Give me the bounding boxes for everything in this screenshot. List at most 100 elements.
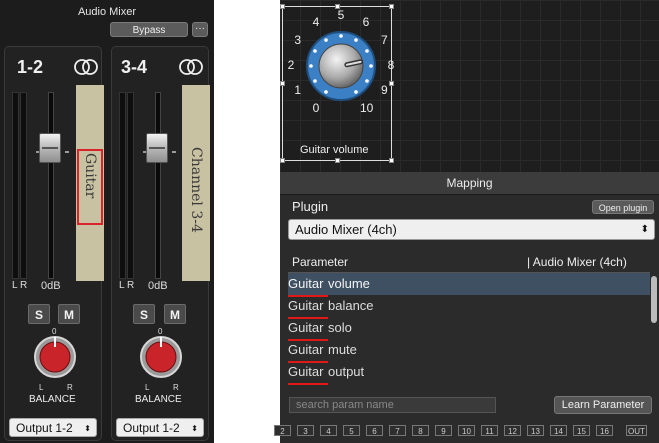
resize-handle[interactable] — [389, 4, 394, 9]
param-suffix: mute — [328, 342, 357, 357]
select-arrows-icon: ⬍ — [84, 424, 91, 433]
mute-button[interactable]: M — [58, 304, 80, 324]
red-underline — [288, 383, 328, 385]
db-label: 0dB — [148, 280, 168, 292]
knob-dot — [339, 34, 343, 38]
tape-label-text: Channel 3-4 — [188, 147, 204, 233]
knob-left-label: L — [145, 383, 150, 392]
knob-scale-number: 1 — [294, 83, 302, 97]
audio-mixer-panel: Audio Mixer Bypass ··· 1-2 Guitar L R 0d… — [0, 0, 214, 443]
channel-number-button[interactable]: 3 — [297, 425, 314, 436]
list-scrollbar[interactable] — [651, 276, 657, 323]
param-suffix: solo — [328, 320, 352, 335]
channel-number-button[interactable]: 8 — [412, 425, 429, 436]
output-select[interactable]: Output 1-2 ⬍ — [9, 418, 97, 437]
balance-knob[interactable] — [33, 335, 77, 379]
select-arrows-icon: ⬍ — [640, 224, 649, 235]
solo-button[interactable]: S — [28, 304, 50, 324]
channel-number-button[interactable]: 13 — [527, 425, 544, 436]
channel-tape-label[interactable]: Channel 3-4 — [182, 85, 210, 281]
channel-number-button[interactable]: 4 — [320, 425, 337, 436]
out-button[interactable]: OUT — [626, 425, 647, 436]
parameter-row[interactable]: Guitar output — [288, 361, 650, 383]
knob-scale-number: 9 — [380, 83, 388, 97]
knob-scale-number: 4 — [312, 14, 320, 29]
volume-knob[interactable] — [305, 30, 377, 102]
channel-number-button[interactable]: 5 — [343, 425, 360, 436]
solo-button[interactable]: S — [133, 304, 155, 324]
plugin-select-value: Audio Mixer (4ch) — [295, 222, 397, 237]
balance-knob[interactable] — [139, 335, 183, 379]
channel-number-button[interactable]: 2 — [274, 425, 291, 436]
param-prefix: Guitar — [288, 342, 324, 357]
channel-number-button[interactable]: 12 — [504, 425, 521, 436]
guitar-highlight-box — [77, 149, 103, 225]
channel-number-button[interactable]: 7 — [389, 425, 406, 436]
channel-number-button[interactable]: 14 — [550, 425, 567, 436]
knob-scale-number: 3 — [294, 33, 302, 47]
knob-scale-number: 2 — [287, 58, 295, 72]
knob-dot — [365, 79, 369, 83]
param-prefix: Guitar — [288, 276, 324, 291]
output-select-value: Output 1-2 — [123, 421, 180, 435]
output-select[interactable]: Output 1-2 ⬍ — [116, 418, 204, 437]
mute-button[interactable]: M — [164, 304, 186, 324]
balance-label: BALANCE — [135, 394, 182, 405]
resize-handle[interactable] — [335, 158, 340, 163]
resize-handle[interactable] — [280, 81, 285, 86]
level-meter-right — [20, 92, 27, 279]
channel-name: 1-2 — [17, 57, 44, 77]
parameter-row[interactable]: Guitar volume — [288, 273, 650, 295]
learn-parameter-button[interactable]: Learn Parameter — [554, 396, 652, 414]
search-param-input[interactable]: search param name — [289, 397, 496, 413]
knob-scale-number: 0 — [312, 101, 320, 116]
knob-dot — [313, 49, 317, 53]
channel-number-button[interactable]: 11 — [481, 425, 498, 436]
channel-number-button[interactable]: 6 — [366, 425, 383, 436]
knob-scale-number: 5 — [337, 8, 345, 22]
parameter-row[interactable]: Guitar balance — [288, 295, 650, 317]
knob-left-label: L — [39, 383, 44, 392]
parameter-column-header: Parameter — [292, 255, 349, 269]
meter-lr-label: L R — [119, 280, 135, 291]
param-suffix: output — [328, 364, 365, 379]
fader-track[interactable] — [48, 92, 54, 279]
fader-track[interactable] — [155, 92, 161, 279]
knob-dot — [369, 64, 373, 68]
level-meter-right — [127, 92, 134, 279]
meter-lr-label: L R — [12, 280, 28, 291]
volume-fader[interactable] — [146, 133, 168, 163]
plugin-select[interactable]: Audio Mixer (4ch) ⬍ — [288, 219, 655, 240]
resize-handle[interactable] — [389, 158, 394, 163]
channel-strip-3-4: 3-4 Channel 3-4 L R 0dB S M 0 L R BALANC… — [111, 46, 210, 441]
balance-label: BALANCE — [29, 394, 76, 405]
param-prefix: Guitar — [288, 320, 324, 335]
channel-number-button[interactable]: 10 — [458, 425, 475, 436]
level-meter-left — [12, 92, 19, 279]
select-arrows-icon: ⬍ — [191, 424, 198, 433]
parameter-row[interactable]: Guitar solo — [288, 317, 650, 339]
parameter-row[interactable]: Guitar mute — [288, 339, 650, 361]
knob-scale-number: 10 — [360, 101, 374, 116]
plugin-column-header: | Audio Mixer (4ch) — [527, 255, 627, 269]
stereo-link-icon[interactable] — [73, 58, 99, 76]
more-options-button[interactable]: ··· — [192, 22, 208, 37]
knob-right-label: R — [67, 383, 73, 392]
mapping-header: Mapping — [280, 172, 659, 195]
param-prefix: Guitar — [288, 364, 324, 379]
fader-tick — [65, 151, 69, 153]
resize-handle[interactable] — [280, 4, 285, 9]
mixer-title: Audio Mixer — [77, 6, 137, 18]
open-plugin-button[interactable]: Open plugin — [592, 200, 654, 214]
resize-handle[interactable] — [280, 158, 285, 163]
knob-scale-number: 8 — [387, 58, 395, 72]
channel-number-button[interactable]: 16 — [596, 425, 613, 436]
bypass-button[interactable]: Bypass — [110, 22, 188, 37]
knob-dot — [324, 90, 328, 94]
knob-scale-number: 7 — [380, 33, 388, 47]
stereo-link-icon[interactable] — [178, 58, 204, 76]
channel-number-button[interactable]: 9 — [435, 425, 452, 436]
channel-number-button[interactable]: 15 — [573, 425, 590, 436]
param-suffix: volume — [328, 276, 370, 291]
volume-fader[interactable] — [39, 133, 61, 163]
